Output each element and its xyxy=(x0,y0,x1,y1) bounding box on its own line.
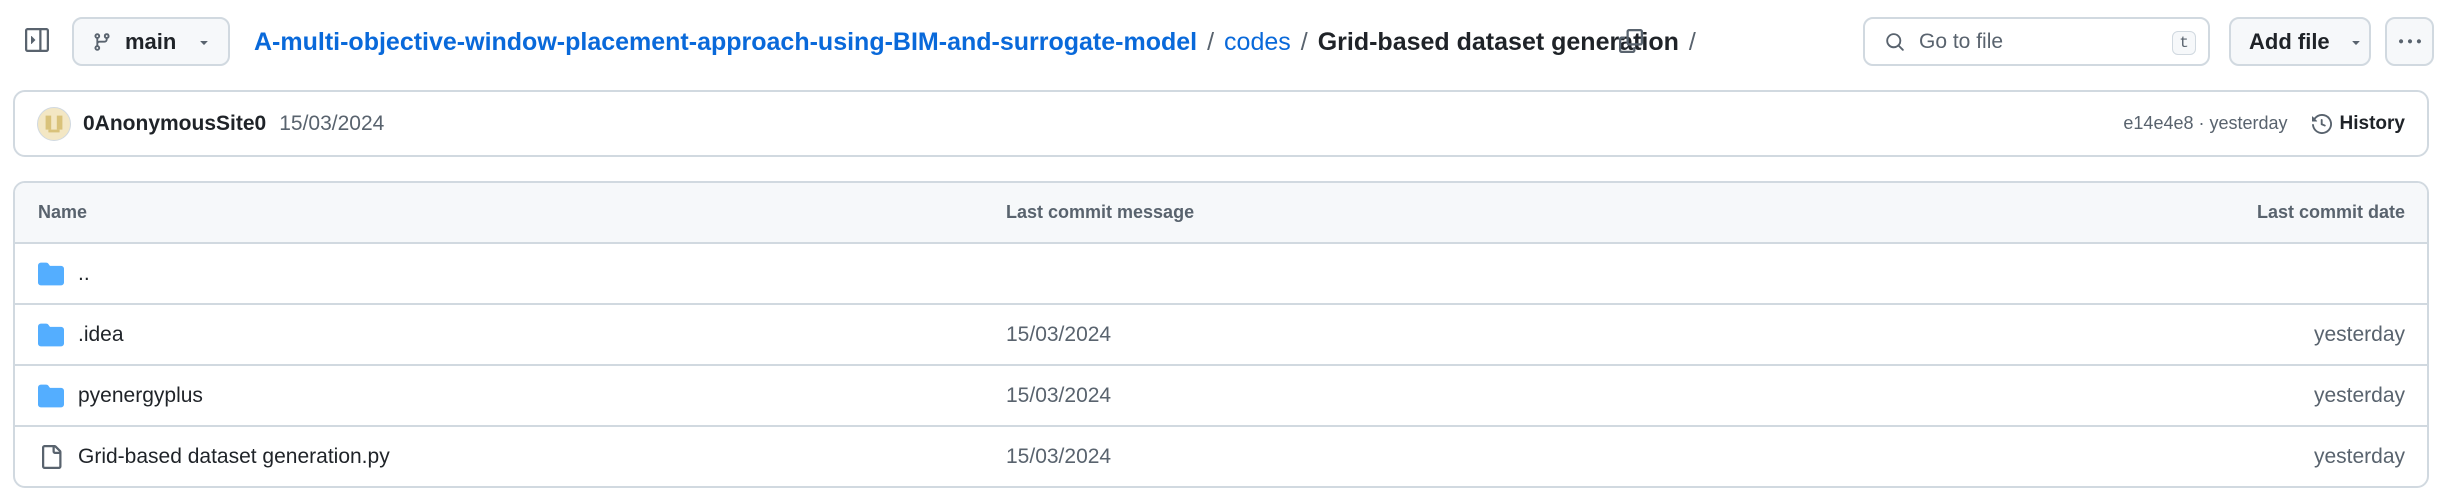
commit-meta: e14e4e8 · yesterday History xyxy=(2123,92,2405,155)
add-file-label: Add file xyxy=(2249,28,2330,54)
history-icon xyxy=(2311,113,2332,134)
branch-selector-button[interactable]: main xyxy=(72,17,230,66)
sidebar-toggle-button[interactable] xyxy=(22,25,52,55)
breadcrumb: A-multi-objective-window-placement-appro… xyxy=(254,25,1706,59)
table-row[interactable]: .idea 15/03/2024 yesterday xyxy=(15,305,2427,366)
more-options-button[interactable] xyxy=(2385,17,2434,66)
commit-message-link[interactable]: 15/03/2024 xyxy=(279,112,384,136)
table-row[interactable]: Grid-based dataset generation.py 15/03/2… xyxy=(15,427,2427,486)
commit-message-cell[interactable]: 15/03/2024 xyxy=(1006,305,1111,364)
kebab-horizontal-icon xyxy=(2398,38,2421,43)
folder-icon xyxy=(38,383,64,409)
file-table: Name Last commit message Last commit dat… xyxy=(13,181,2429,488)
column-header-date: Last commit date xyxy=(2256,202,2405,222)
go-to-file-input[interactable] xyxy=(1919,29,2149,54)
folder-icon xyxy=(38,261,64,287)
commit-author-link[interactable]: 0AnonymousSite0 xyxy=(83,112,266,136)
file-name-cell: pyenergyplus xyxy=(38,366,203,425)
commit-date-cell: yesterday xyxy=(2313,444,2405,468)
commit-message-cell[interactable]: 15/03/2024 xyxy=(1006,427,1111,486)
git-branch-icon xyxy=(94,32,110,51)
commit-time: yesterday xyxy=(2209,113,2288,133)
table-row-parent-directory[interactable]: .. xyxy=(15,244,2427,305)
commit-time-separator: · xyxy=(2193,113,2210,133)
triangle-down-icon xyxy=(200,40,209,45)
identicon-icon xyxy=(45,115,63,132)
breadcrumb-folder-link[interactable]: codes xyxy=(1224,28,1291,57)
column-header-message: Last commit message xyxy=(1006,202,1195,222)
repo-header: main A-multi-objective-window-placement-… xyxy=(0,0,2443,84)
copy-path-button[interactable] xyxy=(1614,24,1648,58)
copy-icon xyxy=(1619,29,1643,53)
file-name-link[interactable]: .. xyxy=(78,262,90,286)
folder-icon xyxy=(38,322,64,348)
commit-message-cell[interactable]: 15/03/2024 xyxy=(1006,366,1111,425)
breadcrumb-repo-link[interactable]: A-multi-objective-window-placement-appro… xyxy=(254,28,1197,57)
commit-hash-link[interactable]: e14e4e8 xyxy=(2123,113,2193,134)
branch-name: main xyxy=(125,28,177,54)
sidebar-expand-icon xyxy=(25,28,49,52)
search-icon xyxy=(1886,32,1904,51)
add-file-button[interactable]: Add file xyxy=(2229,17,2371,66)
table-header: Name Last commit message Last commit dat… xyxy=(15,183,2427,244)
file-name-cell: .idea xyxy=(38,305,124,364)
triangle-down-icon xyxy=(2352,40,2360,45)
go-to-file-search[interactable]: t xyxy=(1863,17,2210,66)
file-name-link[interactable]: pyenergyplus xyxy=(78,384,203,408)
column-header-name: Name xyxy=(38,202,88,222)
latest-commit-bar: 0AnonymousSite0 15/03/2024 e14e4e8 · yes… xyxy=(13,90,2429,157)
keyboard-shortcut-hint: t xyxy=(2172,31,2196,55)
file-name-link[interactable]: Grid-based dataset generation.py xyxy=(78,445,390,469)
file-icon xyxy=(38,444,64,470)
table-row[interactable]: pyenergyplus 15/03/2024 yesterday xyxy=(15,366,2427,427)
file-name-cell: Grid-based dataset generation.py xyxy=(38,427,390,486)
commit-date-cell: yesterday xyxy=(2313,322,2405,346)
breadcrumb-separator: / xyxy=(1207,27,1215,56)
file-name-cell: .. xyxy=(38,244,90,303)
breadcrumb-trailing-separator: / xyxy=(1688,27,1696,56)
file-name-link[interactable]: .idea xyxy=(78,323,124,347)
breadcrumb-separator: / xyxy=(1300,27,1308,56)
history-label: History xyxy=(2339,112,2405,134)
history-button[interactable]: History xyxy=(2311,112,2405,135)
commit-date-cell: yesterday xyxy=(2313,383,2405,407)
avatar[interactable] xyxy=(37,106,71,141)
